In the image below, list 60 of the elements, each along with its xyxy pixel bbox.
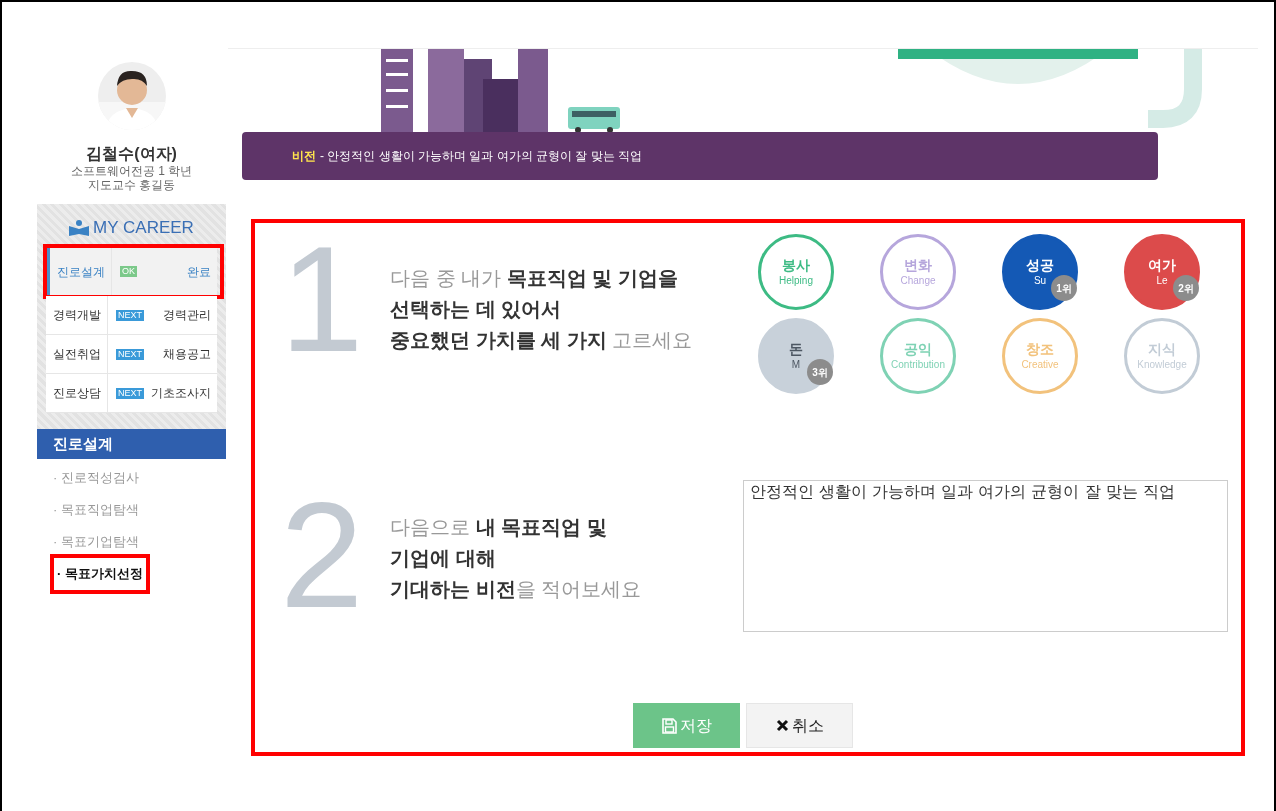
value-option[interactable]: 돈 M 3위 — [758, 318, 834, 394]
banner-label: 비전 — [292, 148, 316, 165]
menu-label: 기초조사지 — [151, 385, 211, 402]
menu-label: 채용공고 — [163, 346, 211, 363]
rank-badge: 3위 — [807, 359, 833, 385]
value-name: 지식 — [1148, 341, 1176, 357]
status-tag: NEXT — [116, 309, 144, 321]
user-name: 김철수(여자) — [85, 144, 178, 164]
value-option[interactable]: 변화 Change — [880, 234, 956, 310]
career-row[interactable]: 경력개발 NEXT 경력관리 — [46, 296, 217, 335]
value-name-english: Change — [900, 275, 936, 287]
rank-badge: 2위 — [1173, 275, 1199, 301]
value-name-english: Knowledge — [1137, 359, 1187, 371]
question-text: 다음으로 내 목표직업 및 기업에 대해 기대하는 비전을 적어보세요 — [390, 515, 643, 602]
value-option[interactable]: 봉사 Helping — [758, 234, 834, 310]
value-name-english: Helping — [779, 275, 813, 287]
status-tag: OK — [120, 266, 137, 277]
career-row[interactable]: 실전취업 NEXT 채용공고 — [46, 335, 217, 374]
submenu-item[interactable]: · 진로적성검사 — [53, 468, 139, 488]
value-name: 창조 — [1026, 341, 1054, 357]
value-name: 성공 — [1026, 257, 1054, 273]
value-name-english: Le — [1156, 275, 1168, 287]
step-number: 1 — [280, 234, 365, 364]
section-header: 진로설계 — [37, 429, 226, 459]
book-reader-icon — [69, 220, 90, 236]
value-option[interactable]: 여가 Le 2위 — [1124, 234, 1200, 310]
rank-badge: 1위 — [1051, 275, 1077, 301]
value-name: 여가 — [1148, 257, 1176, 273]
value-name-english: Contribution — [891, 359, 945, 371]
question-text: 다음 중 내가 목표직업 및 기업을 선택하는 데 있어서 중요했던 가치를 세 가지 고르세요 — [390, 266, 694, 353]
menu-label: 진로상담 — [46, 374, 108, 412]
user-info: 소프트웨어전공 1 학년 — [69, 164, 194, 178]
value-name-english: Su — [1033, 275, 1047, 287]
value-name-english: Creative — [1021, 359, 1059, 371]
save-button[interactable]: 저장 — [633, 703, 740, 748]
user-info: 지도교수 홍길동 — [86, 178, 177, 192]
menu-label: 실전취업 — [46, 335, 108, 373]
step-number: 2 — [280, 490, 365, 620]
menu-label: 경력관리 — [163, 307, 211, 324]
menu-label: 진로설계 — [50, 248, 112, 295]
value-name: 변화 — [904, 257, 932, 273]
career-title: MY CAREER — [93, 217, 194, 239]
submenu-item[interactable]: · 목표가치선정 — [50, 554, 150, 594]
menu-label: 경력개발 — [46, 296, 108, 334]
status-tag: NEXT — [116, 348, 144, 360]
status-tag: NEXT — [116, 387, 144, 399]
save-icon — [661, 717, 677, 734]
close-icon — [775, 719, 789, 732]
value-name-english: M — [791, 359, 801, 371]
banner-text: - 안정적인 생활이 가능하며 일과 여가의 균형이 잘 맞는 직업 — [320, 148, 642, 165]
value-name: 봉사 — [782, 257, 810, 273]
submenu-item[interactable]: · 목표기업탐색 — [53, 532, 139, 552]
value-name: 공익 — [904, 341, 932, 357]
value-option[interactable]: 성공 Su 1위 — [1002, 234, 1078, 310]
submenu-item[interactable]: · 목표직업탐색 — [53, 500, 139, 520]
menu-label: 완료 — [187, 263, 211, 281]
cancel-button[interactable]: 취소 — [746, 703, 853, 748]
answer-field[interactable]: 안정적인 생활이 가능하며 일과 여가의 균형이 잘 맞는 직업 — [743, 480, 1228, 632]
career-row[interactable]: 진로상담 NEXT 기초조사지 — [46, 374, 217, 413]
value-name: 돈 — [789, 341, 803, 357]
